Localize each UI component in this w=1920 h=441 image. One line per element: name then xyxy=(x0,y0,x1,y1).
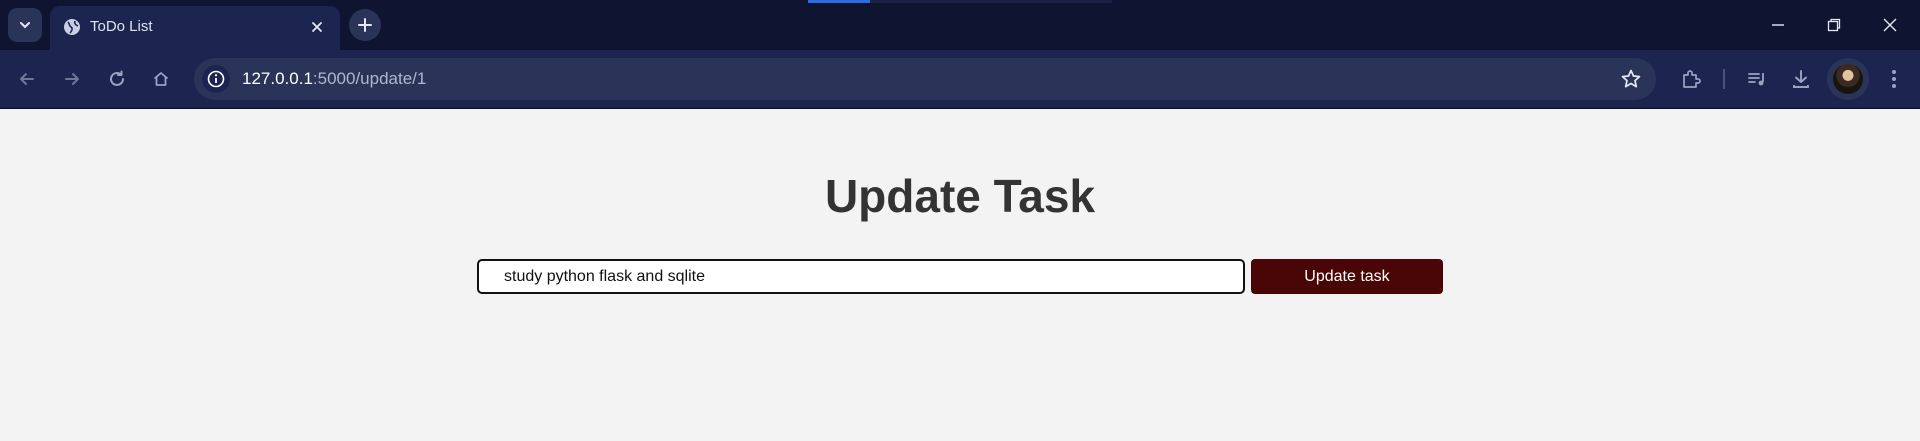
close-window-icon xyxy=(1883,18,1897,32)
tab-strip-highlight xyxy=(870,0,1112,3)
new-tab-button[interactable] xyxy=(349,9,381,41)
minimize-button[interactable] xyxy=(1749,0,1807,50)
arrow-right-icon xyxy=(65,73,79,85)
tab-title: ToDo List xyxy=(90,18,153,35)
media-control-button[interactable] xyxy=(1740,62,1774,96)
restore-button[interactable] xyxy=(1805,0,1863,50)
tab-close-button[interactable] xyxy=(308,18,326,36)
url-host: 127.0.0.1 xyxy=(242,69,313,88)
tab-search-button[interactable] xyxy=(8,8,42,42)
url-text[interactable]: 127.0.0.1:5000/update/1 xyxy=(242,69,426,89)
avatar-image xyxy=(1833,64,1863,94)
close-window-button[interactable] xyxy=(1861,0,1919,50)
url-path: :5000/update/1 xyxy=(312,69,427,88)
home-icon xyxy=(153,72,169,86)
extensions-button[interactable] xyxy=(1674,62,1708,96)
star-icon[interactable] xyxy=(1620,68,1642,90)
restore-icon xyxy=(1827,18,1841,32)
forward-button[interactable] xyxy=(55,62,89,96)
chevron-down-icon xyxy=(20,22,30,29)
info-icon xyxy=(207,70,225,88)
toolbar-separator xyxy=(1723,69,1725,89)
tab-strip: ToDo List xyxy=(0,0,1920,50)
task-input[interactable] xyxy=(477,259,1245,294)
page-content: Update Task Update task xyxy=(0,109,1920,441)
reload-button[interactable] xyxy=(100,62,134,96)
site-info-button[interactable] xyxy=(202,65,230,93)
page-title: Update Task xyxy=(824,170,1096,222)
browser-toolbar: 127.0.0.1:5000/update/1 xyxy=(0,50,1920,108)
loading-indicator xyxy=(808,0,870,3)
reload-icon xyxy=(110,70,124,86)
profile-avatar[interactable] xyxy=(1827,58,1869,100)
browser-menu-button[interactable] xyxy=(1877,62,1911,96)
minimize-icon xyxy=(1772,24,1784,26)
downloads-button[interactable] xyxy=(1784,62,1818,96)
address-bar[interactable]: 127.0.0.1:5000/update/1 xyxy=(194,58,1656,100)
download-icon xyxy=(1793,70,1809,88)
media-control-icon xyxy=(1748,73,1764,86)
home-button[interactable] xyxy=(144,62,178,96)
globe-icon xyxy=(64,19,80,35)
close-icon xyxy=(312,22,322,32)
update-task-button[interactable]: Update task xyxy=(1251,259,1443,294)
plus-icon xyxy=(358,18,372,32)
kebab-menu-icon xyxy=(1892,70,1896,88)
tab-todo-list[interactable]: ToDo List xyxy=(50,6,340,50)
arrow-left-icon xyxy=(20,73,34,85)
back-button[interactable] xyxy=(10,62,44,96)
puzzle-icon xyxy=(1683,70,1701,88)
